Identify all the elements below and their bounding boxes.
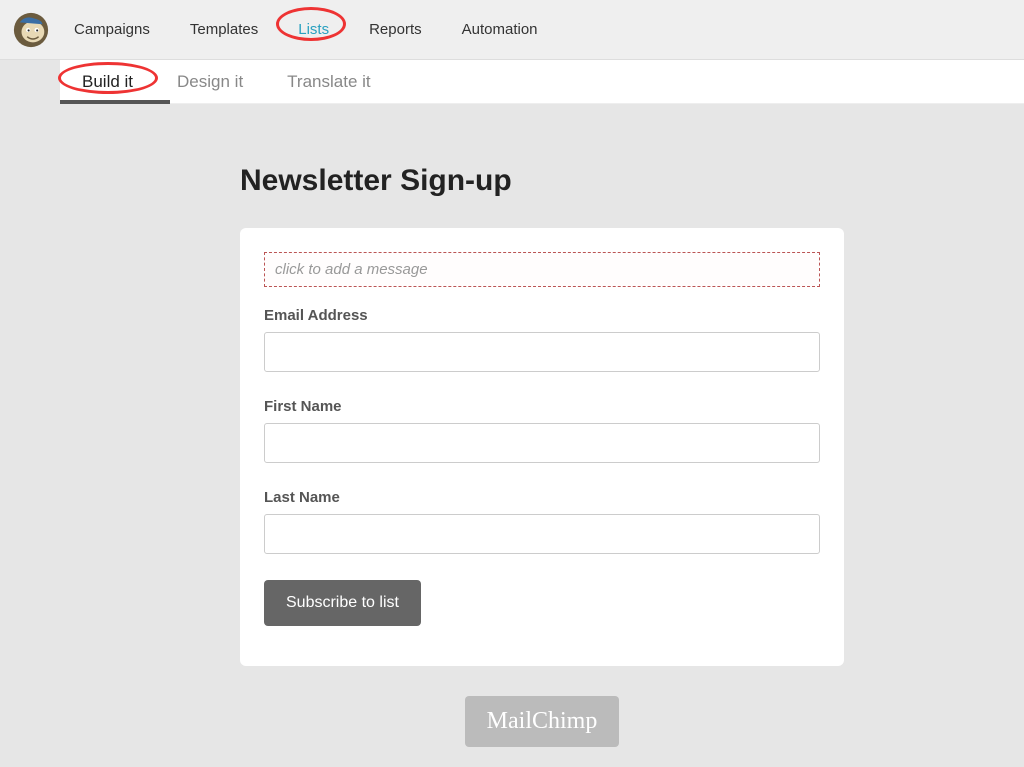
subnav-build-it[interactable]: Build it xyxy=(80,68,135,96)
form-title[interactable]: Newsletter Sign-up xyxy=(240,164,844,198)
field-first-name-input[interactable] xyxy=(264,423,820,463)
field-email: Email Address xyxy=(264,307,820,372)
subnav-translate-it[interactable]: Translate it xyxy=(285,68,372,96)
nav-templates[interactable]: Templates xyxy=(186,15,262,44)
nav-campaigns[interactable]: Campaigns xyxy=(70,15,154,44)
field-last-name-input[interactable] xyxy=(264,514,820,554)
nav-reports[interactable]: Reports xyxy=(365,15,426,44)
top-nav: Campaigns Templates Lists Reports Automa… xyxy=(0,0,1024,60)
footer: MailChimp xyxy=(240,696,844,747)
nav-lists[interactable]: Lists xyxy=(294,15,333,44)
form-card: click to add a message Email Address Fir… xyxy=(240,228,844,666)
message-placeholder[interactable]: click to add a message xyxy=(264,252,820,287)
nav-lists-label: Lists xyxy=(298,21,329,38)
field-last-name-label: Last Name xyxy=(264,489,820,506)
nav-automation[interactable]: Automation xyxy=(458,15,542,44)
subnav-build-it-label: Build it xyxy=(82,72,133,91)
field-last-name: Last Name xyxy=(264,489,820,554)
subnav-design-it[interactable]: Design it xyxy=(175,68,245,96)
mailchimp-logo-icon[interactable] xyxy=(12,11,50,49)
subnav-active-underline xyxy=(60,100,170,104)
sub-nav: Build it Design it Translate it xyxy=(60,60,1024,104)
form-canvas: Newsletter Sign-up click to add a messag… xyxy=(60,104,1024,767)
mailchimp-footer-logo[interactable]: MailChimp xyxy=(465,696,620,747)
subscribe-button[interactable]: Subscribe to list xyxy=(264,580,421,626)
field-first-name-label: First Name xyxy=(264,398,820,415)
field-email-input[interactable] xyxy=(264,332,820,372)
field-email-label: Email Address xyxy=(264,307,820,324)
field-first-name: First Name xyxy=(264,398,820,463)
